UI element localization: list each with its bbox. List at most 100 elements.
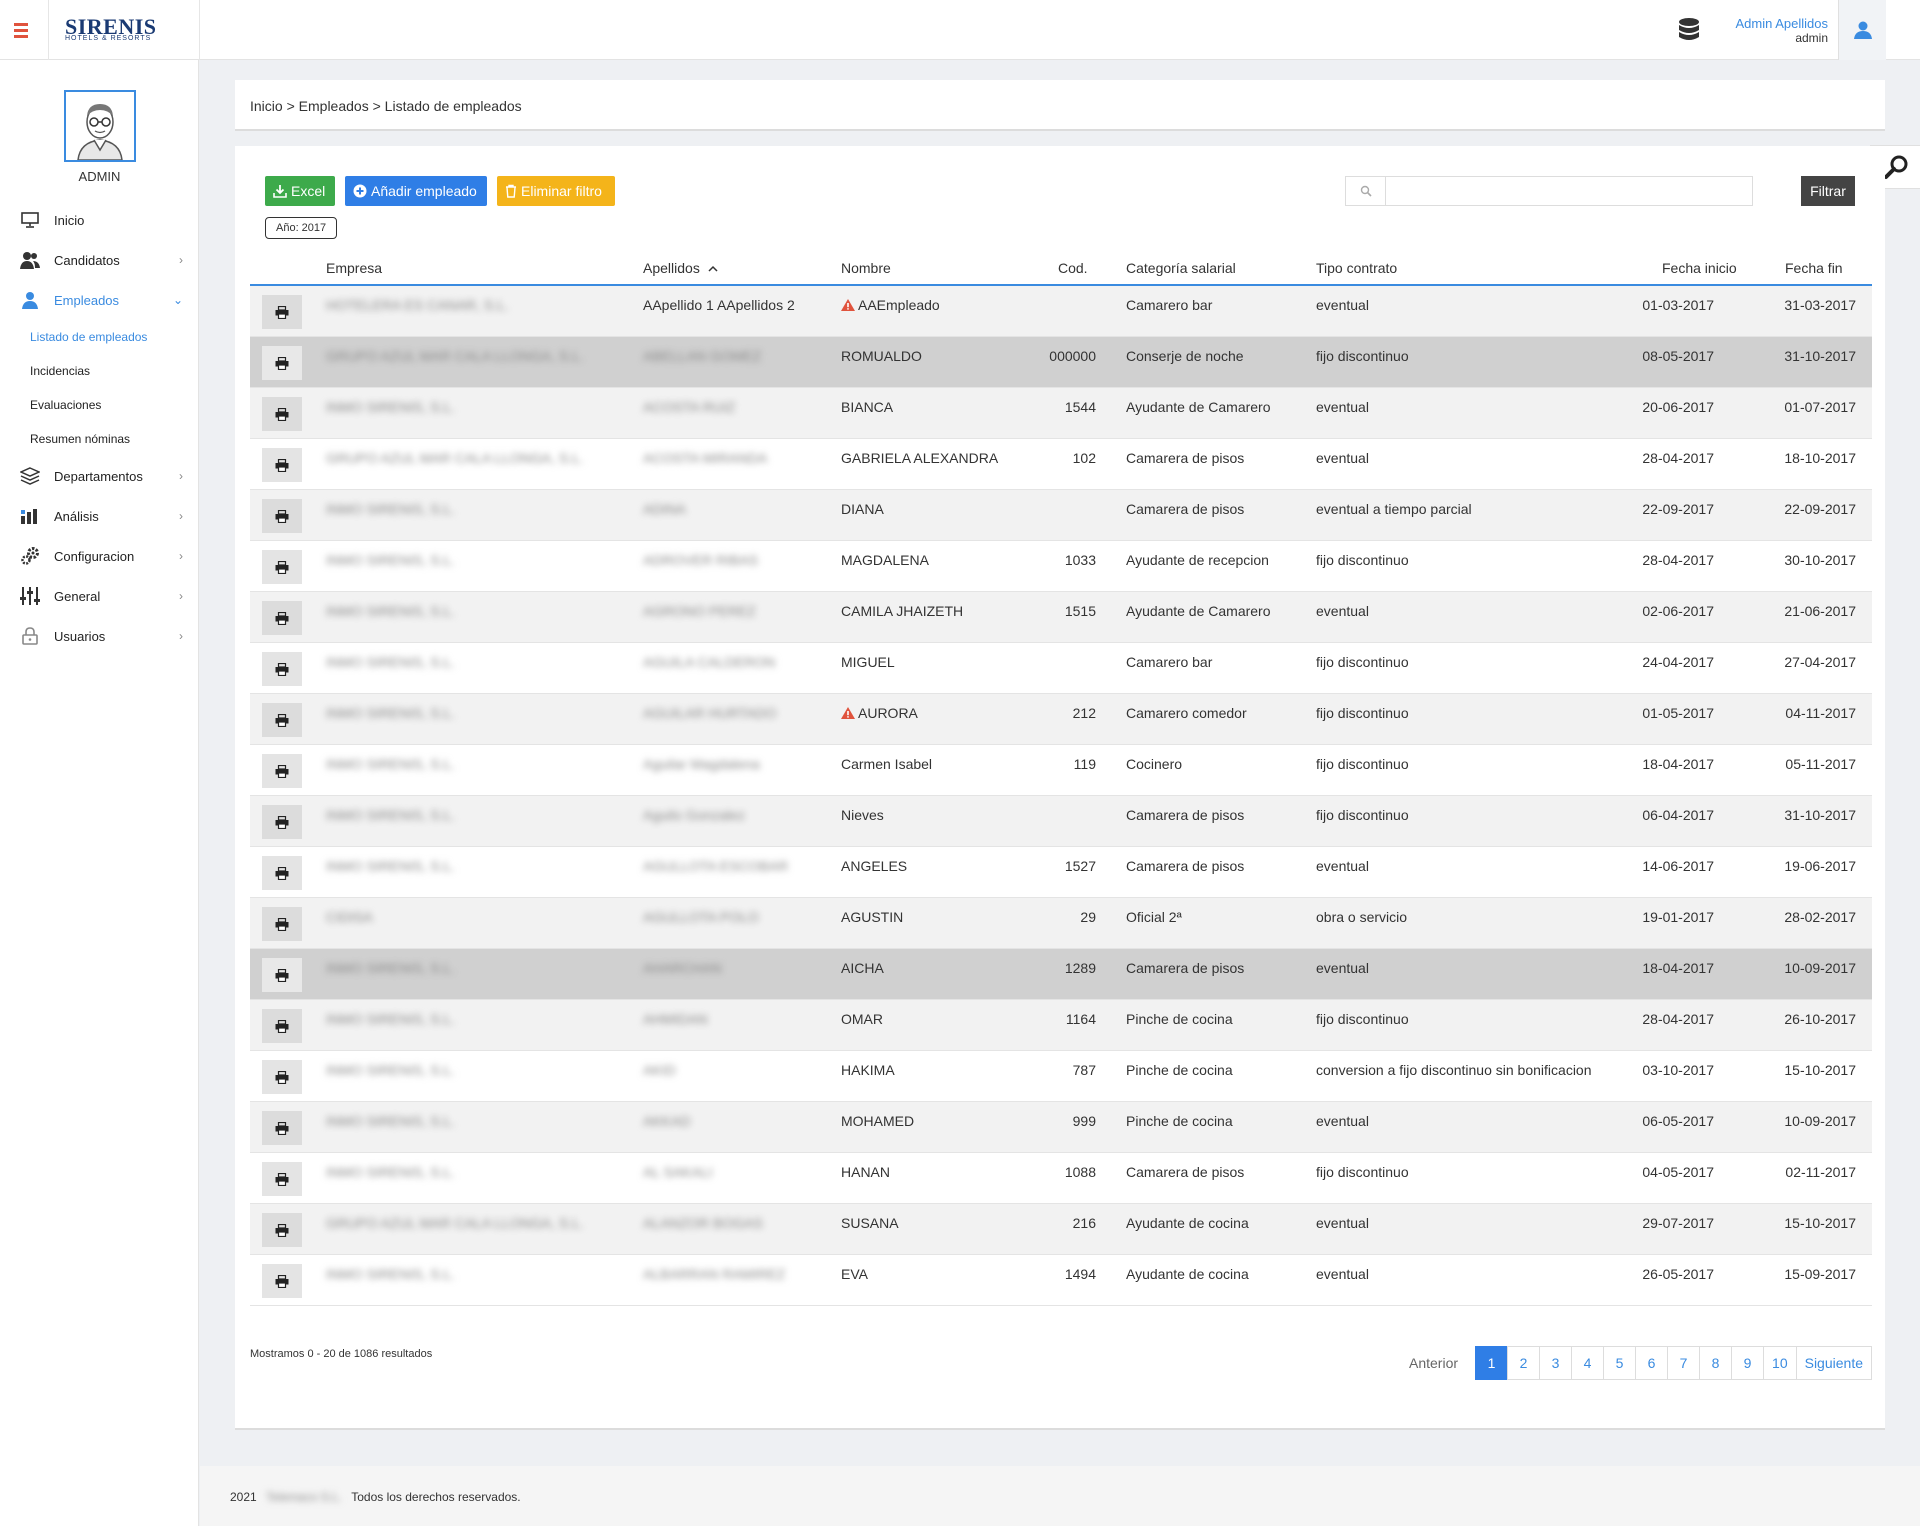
print-button[interactable]: [262, 397, 302, 431]
hamburger-menu-icon[interactable]: [12, 20, 36, 40]
breadcrumb-home[interactable]: Inicio: [250, 98, 283, 114]
database-icon[interactable]: [1677, 17, 1701, 43]
table-row[interactable]: INMO SIRENIS, S.L. ACOSTA RUIZ BIANCA 1544 A…: [250, 388, 1872, 439]
search-box: [1345, 176, 1753, 206]
sidebar-item-general[interactable]: General ›: [0, 576, 199, 616]
table-row[interactable]: GRUPO AZUL MAR CALA LLONGA, S.L. ACOSTA M…: [250, 439, 1872, 490]
filter-button[interactable]: Filtrar: [1801, 176, 1855, 206]
print-button[interactable]: [262, 907, 302, 941]
print-button[interactable]: [262, 1111, 302, 1145]
page-button[interactable]: 6: [1635, 1346, 1669, 1380]
avatar[interactable]: [64, 90, 136, 162]
table-row[interactable]: GRUPO AZUL MAR CALA LLONGA, S.L. ALANZOR …: [250, 1204, 1872, 1255]
table-row[interactable]: INMO SIRENIS, S.L. Aguilo Gonzalez Nieves C…: [250, 796, 1872, 847]
sidebar-subitem-listado[interactable]: Listado de empleados: [0, 320, 199, 354]
cell-text: CIDISA: [326, 909, 373, 925]
print-button[interactable]: [262, 601, 302, 635]
breadcrumb-section[interactable]: Empleados: [299, 98, 369, 114]
page-button[interactable]: 2: [1507, 1346, 1541, 1380]
page-button[interactable]: 4: [1571, 1346, 1605, 1380]
print-button[interactable]: [262, 703, 302, 737]
table-row[interactable]: INMO SIRENIS, S.L. AGUILA CALDERON MIGUEL C…: [250, 643, 1872, 694]
table-row[interactable]: INMO SIRENIS, S.L. AGRONO PEREZ CAMILA JHA…: [250, 592, 1872, 643]
table-row[interactable]: INMO SIRENIS, S.L. AGUILAR HURTADO AURORA 2…: [250, 694, 1872, 745]
cell-cod: 212: [1073, 705, 1096, 721]
logo[interactable]: SIRENIS HOTELS & RESORTS: [48, 0, 200, 60]
table-row[interactable]: INMO SIRENIS, S.L. ALBARRAN RAMIREZ EVA 149…: [250, 1255, 1872, 1306]
table-row[interactable]: INMO SIRENIS, S.L. AGULLOTA ESCOBAR ANGELE…: [250, 847, 1872, 898]
table-row[interactable]: INMO SIRENIS, S.L. ADROVER RIBAS MAGDALENA…: [250, 541, 1872, 592]
page-button[interactable]: 3: [1539, 1346, 1573, 1380]
table-row[interactable]: GRUPO AZUL MAR CALA LLONGA, S.L. ABELLAN …: [250, 337, 1872, 388]
user-menu-button[interactable]: [1838, 0, 1886, 60]
column-header-categoria[interactable]: Categoría salarial: [1126, 260, 1236, 276]
cell-inicio: 28-04-2017: [1642, 450, 1714, 466]
cell-text: ROMUALDO: [841, 348, 922, 364]
print-button[interactable]: [262, 805, 302, 839]
sidebar-item-empleados[interactable]: Empleados ⌄: [0, 280, 199, 320]
page-button[interactable]: 1: [1475, 1346, 1509, 1380]
print-button[interactable]: [262, 754, 302, 788]
print-button[interactable]: [262, 550, 302, 584]
sidebar-subitem-evaluaciones[interactable]: Evaluaciones: [0, 388, 199, 422]
table-row[interactable]: INMO SIRENIS, S.L. AKID HAKIMA 787 Pinche de…: [250, 1051, 1872, 1102]
print-button[interactable]: [262, 1060, 302, 1094]
column-header-fecha-fin[interactable]: Fecha fin: [1785, 260, 1843, 276]
print-button[interactable]: [262, 958, 302, 992]
avatar-icon: [77, 104, 123, 161]
employees-panel: Excel Añadir empleado Eliminar filtro Añ…: [235, 146, 1885, 1430]
table-row[interactable]: INMO SIRENIS, S.L. AHARCHAN AICHA 1289 Camar…: [250, 949, 1872, 1000]
page-button[interactable]: 7: [1667, 1346, 1701, 1380]
sidebar-item-inicio[interactable]: Inicio: [0, 200, 199, 240]
page-button[interactable]: 9: [1731, 1346, 1765, 1380]
column-header-cod[interactable]: Cod.: [1058, 260, 1088, 276]
cell-inicio: 28-04-2017: [1642, 1011, 1714, 1027]
print-button[interactable]: [262, 1009, 302, 1043]
table-row[interactable]: CIDISA AGULLOTA POLO AGUSTIN 29 Oficial 2ª ob…: [250, 898, 1872, 949]
add-employee-button[interactable]: Añadir empleado: [345, 176, 487, 206]
print-button[interactable]: [262, 346, 302, 380]
page-button[interactable]: 5: [1603, 1346, 1637, 1380]
cell-fin: 10-09-2017: [1784, 960, 1856, 976]
column-header-apellidos[interactable]: Apellidos: [643, 260, 718, 276]
print-button[interactable]: [262, 448, 302, 482]
sidebar-subitem-resumen-nominas[interactable]: Resumen nóminas: [0, 422, 199, 456]
print-button[interactable]: [262, 1213, 302, 1247]
cell-text: 31-10-2017: [1784, 807, 1856, 823]
column-header-tipo-contrato[interactable]: Tipo contrato: [1316, 260, 1397, 276]
print-button[interactable]: [262, 856, 302, 890]
page-button[interactable]: 10: [1763, 1346, 1797, 1380]
column-header-fecha-inicio[interactable]: Fecha inicio: [1662, 260, 1737, 276]
sidebar-item-candidatos[interactable]: Candidatos ›: [0, 240, 199, 280]
table-row[interactable]: INMO SIRENIS, S.L. ADINA DIANA Camarera de …: [250, 490, 1872, 541]
page-button[interactable]: 8: [1699, 1346, 1733, 1380]
table-row[interactable]: INMO SIRENIS, S.L. Aguilar Magdalena Carme…: [250, 745, 1872, 796]
table-row[interactable]: INMO SIRENIS, S.L. AL SAKALI HANAN 1088 Cama…: [250, 1153, 1872, 1204]
next-page-button[interactable]: Siguiente: [1795, 1346, 1872, 1380]
sidebar-item-departamentos[interactable]: Departamentos ›: [0, 456, 199, 496]
cell-cod: 119: [1074, 756, 1096, 772]
print-button[interactable]: [262, 652, 302, 686]
user-name[interactable]: Admin Apellidos: [1736, 16, 1829, 31]
print-button[interactable]: [262, 1264, 302, 1298]
print-button[interactable]: [262, 1162, 302, 1196]
table-row[interactable]: INMO SIRENIS, S.L. AHMIDAN OMAR 1164 Pinche …: [250, 1000, 1872, 1051]
table-row[interactable]: INMO SIRENIS, S.L. AKKAD MOHAMED 999 Pinche …: [250, 1102, 1872, 1153]
column-header-nombre[interactable]: Nombre: [841, 260, 891, 276]
sidebar-subitem-incidencias[interactable]: Incidencias: [0, 354, 199, 388]
table-row[interactable]: HOTELERA ES CANAR, S.L. AApellido 1 AApel…: [250, 286, 1872, 337]
print-button[interactable]: [262, 295, 302, 329]
search-input[interactable]: [1387, 177, 1752, 205]
excel-button[interactable]: Excel: [265, 176, 335, 206]
sidebar-item-configuracion[interactable]: Configuracion ›: [0, 536, 199, 576]
column-header-empresa[interactable]: Empresa: [326, 260, 382, 276]
cell-inicio: 06-04-2017: [1642, 807, 1714, 823]
remove-filter-button[interactable]: Eliminar filtro: [497, 176, 615, 206]
cell-text: ABELLAN GOMEZ: [643, 348, 762, 364]
sidebar-item-usuarios[interactable]: Usuarios ›: [0, 616, 199, 656]
cell-text: GRUPO AZUL MAR CALA LLONGA, S.L.: [326, 1215, 584, 1231]
sidebar-item-analisis[interactable]: Análisis ›: [0, 496, 199, 536]
prev-page-button[interactable]: Anterior: [1401, 1346, 1467, 1380]
print-button[interactable]: [262, 499, 302, 533]
year-filter-tag[interactable]: Año: 2017: [265, 217, 338, 239]
